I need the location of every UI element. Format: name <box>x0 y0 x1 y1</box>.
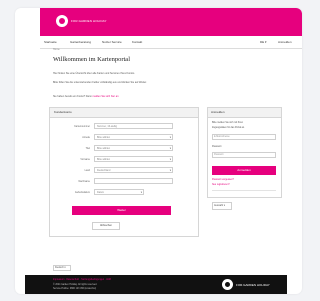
password-field[interactable]: Passwort <box>212 152 276 158</box>
breadcrumb[interactable]: Home <box>53 48 60 51</box>
login-hint: Sie haben bereits ein Konto? Dann melden… <box>53 95 193 98</box>
form-header: Kundenkonto <box>50 108 198 118</box>
password-label: Passwort <box>212 146 222 148</box>
last-name-input[interactable] <box>94 178 173 184</box>
language-menu[interactable]: DE ▾ <box>260 40 267 44</box>
nav-item-service[interactable]: Nutzer Service <box>102 40 122 44</box>
login-info-line2: Zugangsdaten für das Portal an. <box>212 127 245 129</box>
login-link[interactable]: Anmelden <box>278 40 292 44</box>
salutation-select[interactable]: Bitte wählen ▾ <box>94 134 173 140</box>
login-panel-header: Anmelden <box>208 108 281 118</box>
form-row-birthdate: Geburtsdatum Datum ▾ <box>50 189 198 196</box>
form-row-title: Titel Bitte wählen ▾ <box>50 145 198 152</box>
field-label: Anrede <box>82 136 90 139</box>
footer-hotline: Service-Hotline: 0800 123 456 (kostenfre… <box>53 288 97 290</box>
field-label: Vorname <box>80 158 90 161</box>
first-name-select[interactable]: Bitte wählen ▾ <box>94 156 173 162</box>
registration-form: Kundenkonto Kartennummer Nummer, 16-stel… <box>49 107 199 237</box>
field-label: Land <box>84 169 90 172</box>
birthdate-select[interactable]: Datum ▾ <box>94 189 144 195</box>
chevron-down-icon: ▾ <box>169 169 171 172</box>
chevron-down-icon: ▾ <box>169 158 171 161</box>
title-select[interactable]: Bitte wählen ▾ <box>94 145 173 151</box>
extra-select[interactable]: Auswahl ▾ <box>212 202 232 210</box>
chevron-down-icon: ▾ <box>169 136 171 139</box>
cancel-button[interactable]: Abbrechen <box>92 222 120 230</box>
forgot-password-link[interactable]: Passwort vergessen? <box>212 179 234 181</box>
brand-logo[interactable]: FOR.GARDEN HOLIDAY <box>56 15 107 27</box>
form-row-card-number: Kartennummer Nummer, 16-stellig <box>50 123 198 130</box>
login-info-line1: Bitte melden Sie sich mit Ihren <box>212 122 244 124</box>
divider <box>212 190 276 191</box>
form-row-country: Land Deutschland ▾ <box>50 167 198 174</box>
field-label: Titel <box>85 147 90 150</box>
form-row-first-name: Vorname Bitte wählen ▾ <box>50 156 198 163</box>
field-label: Kartennummer <box>74 125 90 128</box>
field-label: Geburtsdatum <box>74 191 90 194</box>
footer-brand-name: FOR.GARDEN HOLIDAY <box>236 282 270 287</box>
intro-text: Hier finden Sie eine Übersicht über alle… <box>53 72 135 75</box>
footer-logo[interactable]: FOR.GARDEN HOLIDAY <box>222 279 270 290</box>
footer-links[interactable]: Impressum · Datenschutz · Nutzungsbeding… <box>53 279 111 281</box>
brand-mark-icon <box>222 279 233 290</box>
main-nav: Startseite Gartenberatung Nutzer Service… <box>40 36 302 49</box>
brand-mark-icon <box>56 15 68 27</box>
nav-item-advice[interactable]: Gartenberatung <box>70 40 91 44</box>
brand-name: FOR.GARDEN HOLIDAY <box>71 19 107 23</box>
login-hint-link[interactable]: melden Sie sich hier an <box>92 95 118 98</box>
country-select[interactable]: Deutschland ▾ <box>94 167 173 173</box>
submit-button[interactable]: Weiter <box>72 206 171 215</box>
form-row-last-name: Nachname <box>50 178 198 185</box>
login-panel: Anmelden Bitte melden Sie sich mit Ihren… <box>207 107 282 198</box>
form-row-salutation: Anrede Bitte wählen ▾ <box>50 134 198 141</box>
chevron-down-icon: ▾ <box>169 147 171 150</box>
card-number-input[interactable]: Nummer, 16-stellig <box>94 123 173 129</box>
nav-item-home[interactable]: Startseite <box>44 40 57 44</box>
footer: Impressum · Datenschutz · Nutzungsbeding… <box>25 275 287 294</box>
header-bar: FOR.GARDEN HOLIDAY <box>40 8 302 36</box>
login-button[interactable]: Anmelden <box>212 166 276 175</box>
register-link[interactable]: Neu registrieren? <box>212 184 230 186</box>
field-label: Nachname <box>78 180 90 183</box>
nav-item-contact[interactable]: Kontakt <box>132 40 142 44</box>
page-title: Willkommen im Kartenportal <box>53 56 130 63</box>
email-field[interactable]: E-Mail-Adresse <box>212 134 276 140</box>
login-hint-text: Sie haben bereits ein Konto? Dann <box>53 95 93 98</box>
instruction-text: Bitte füllen Sie die untenstehenden Feld… <box>53 81 147 84</box>
chevron-down-icon: ▾ <box>140 191 142 194</box>
language-select[interactable]: Deutsch ▾ <box>53 265 71 271</box>
footer-copyright: © 2024 Garden Holiday. All rights reserv… <box>53 284 98 286</box>
